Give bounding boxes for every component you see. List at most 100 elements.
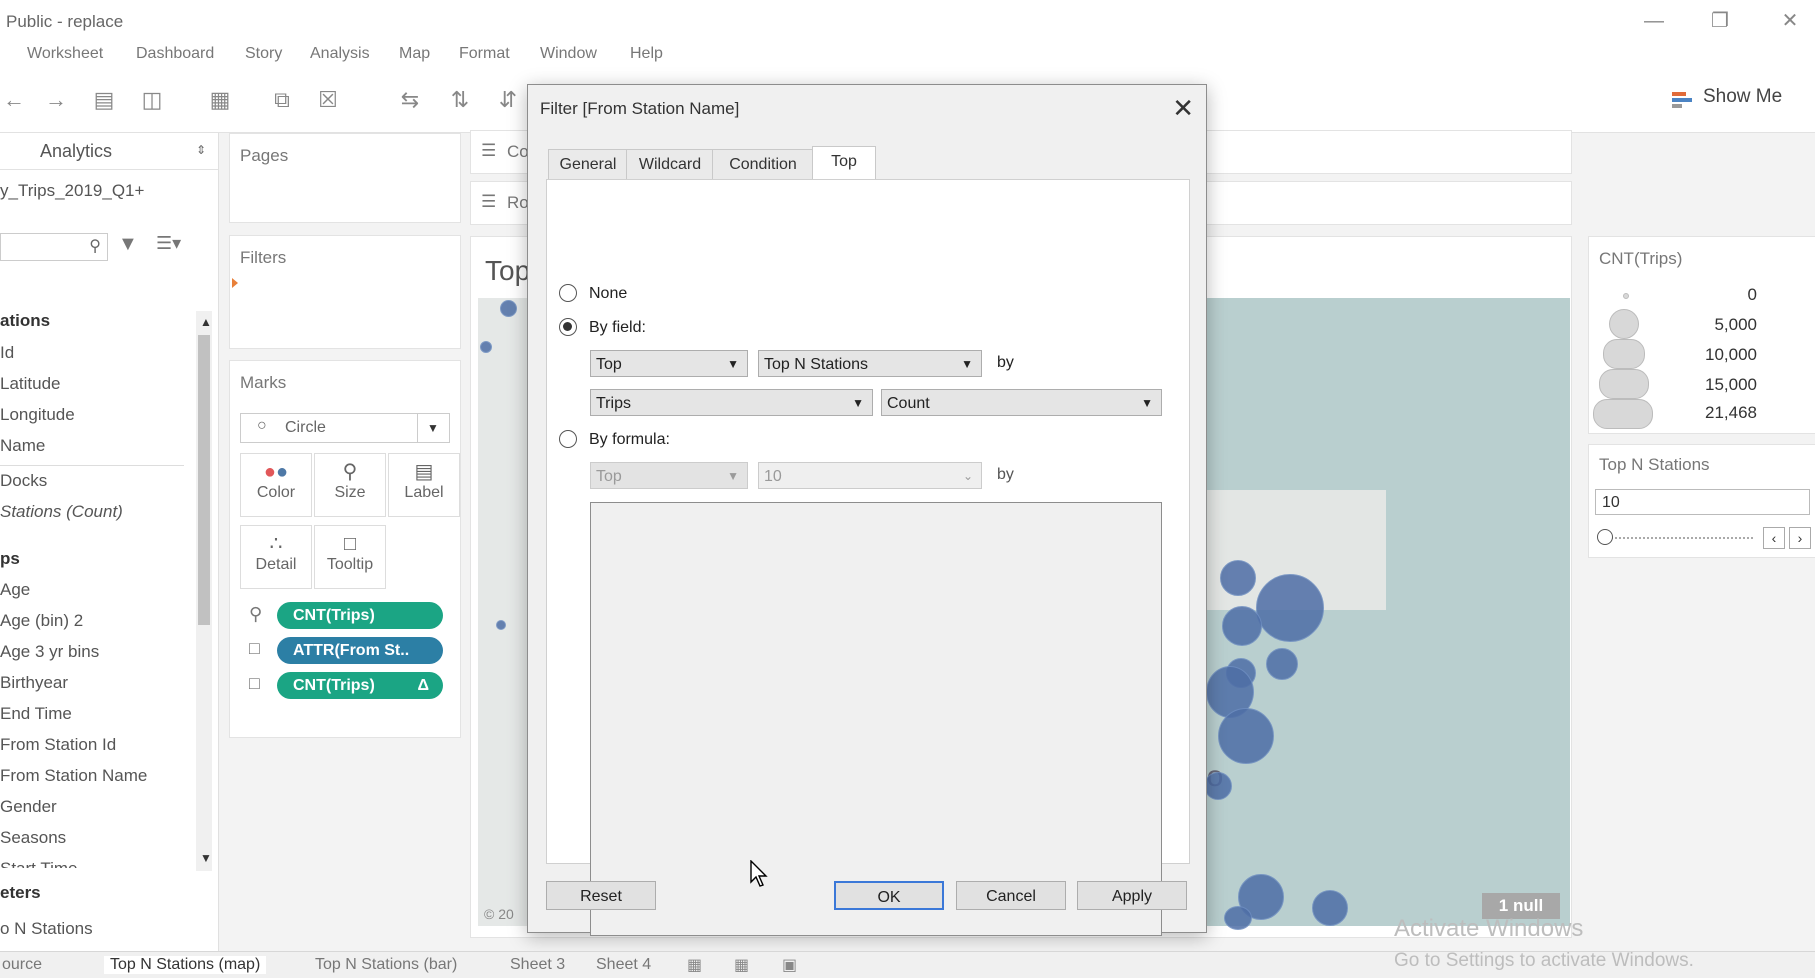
size-legend[interactable]: CNT(Trips) 0 5,000 10,000 15,000 21,468 [1588,236,1815,434]
field-item[interactable]: Latitude [0,374,61,394]
menu-window[interactable]: Window [540,45,597,63]
field-item[interactable]: Longitude [0,405,75,425]
by-field-radio[interactable] [559,318,577,336]
swap-icon[interactable]: ⇆ [396,86,424,114]
menu-story[interactable]: Story [245,45,282,63]
apply-button[interactable]: Apply [1077,881,1187,910]
tab-top[interactable]: Top [812,146,876,180]
tab-general[interactable]: General [548,149,628,180]
tab-condition[interactable]: Condition [712,149,814,180]
map-mark[interactable] [1256,574,1324,642]
new-dashboard-icon[interactable]: ▦ [734,955,749,975]
color-button[interactable]: ●● Color [240,453,312,517]
none-radio[interactable] [559,284,577,302]
field-item[interactable]: Gender [0,797,57,817]
slider-prev-button[interactable]: ‹ [1763,527,1785,549]
tooltip-button[interactable]: □ Tooltip [314,525,386,589]
scroll-down-icon[interactable]: ▼ [200,851,212,865]
new-worksheet-icon[interactable]: ▦ [687,955,702,975]
tab-sheet-4[interactable]: Sheet 4 [596,956,651,974]
by-formula-radio[interactable] [559,430,577,448]
field-item[interactable]: Start Time [0,859,77,868]
ok-button[interactable]: OK [834,881,944,910]
field-item[interactable]: Name [0,436,45,456]
datasource-name[interactable]: y_Trips_2019_Q1+ [0,181,144,201]
map-mark[interactable] [1204,772,1232,800]
top-n-select[interactable]: Top N Stations ▼ [758,350,982,377]
map-mark[interactable] [480,341,492,353]
back-icon[interactable]: ← [0,86,28,114]
tooltip-pill[interactable]: ATTR(From St.. [277,637,443,664]
label-button[interactable]: ▤ Label [388,453,460,517]
pages-shelf[interactable]: Pages [229,133,461,223]
menu-map[interactable]: Map [399,45,430,63]
size-pill[interactable]: CNT(Trips) [277,602,443,629]
slider-track[interactable] [1603,537,1753,539]
map-mark[interactable] [500,300,517,317]
menu-dashboard[interactable]: Dashboard [136,45,214,63]
parameter-value-input[interactable]: 10 [1595,489,1810,515]
reset-button[interactable]: Reset [546,881,656,910]
tab-top-n-stations-map[interactable]: Top N Stations (map) [104,956,267,974]
map-mark[interactable] [1266,648,1298,680]
field-search-input[interactable]: ⚲ [0,233,108,261]
field-item[interactable]: From Station Id [0,735,116,755]
new-story-icon[interactable]: ▣ [782,955,797,975]
minimize-icon[interactable]: — [1634,6,1674,36]
field-item[interactable]: Id [0,343,14,363]
tab-sheet-3[interactable]: Sheet 3 [510,956,565,974]
map-mark[interactable] [1224,906,1252,930]
show-me-button[interactable]: Show Me [1703,86,1782,108]
field-item[interactable]: Age (bin) 2 [0,611,83,631]
cancel-button[interactable]: Cancel [956,881,1066,910]
new-worksheet-icon[interactable]: ▦ [206,86,234,114]
field-item[interactable]: Seasons [0,828,66,848]
sort-descending-icon[interactable]: ⇵ [494,86,522,114]
field-item[interactable]: Birthyear [0,673,68,693]
parameter-item[interactable]: o N Stations [0,919,93,939]
formula-n-select[interactable]: 10 ⌄ [758,462,982,489]
field-select[interactable]: Trips ▼ [590,389,873,416]
duplicate-icon[interactable]: ⧉ [268,86,296,114]
tab-wildcard[interactable]: Wildcard [626,149,714,180]
map-mark[interactable] [1218,708,1274,764]
map-mark[interactable] [1312,890,1348,926]
mark-type-dropdown[interactable]: ○ Circle ▼ [240,413,450,443]
aggregation-select[interactable]: Count ▼ [881,389,1162,416]
map-mark[interactable] [496,620,506,630]
formula-top-bottom-select[interactable]: Top ▼ [590,462,748,489]
slider-next-button[interactable]: › [1789,527,1811,549]
slider-thumb[interactable] [1597,529,1613,545]
field-item[interactable]: End Time [0,704,72,724]
filters-shelf[interactable]: Filters [229,235,461,349]
new-datasource-icon[interactable]: ◫ [138,86,166,114]
scroll-up-icon[interactable]: ▲ [200,315,212,329]
sort-ascending-icon[interactable]: ⇅ [446,86,474,114]
field-item[interactable]: From Station Name [0,766,147,786]
menu-format[interactable]: Format [459,45,510,63]
field-item[interactable]: Docks [0,471,47,491]
field-item[interactable]: Stations (Count) [0,502,123,522]
size-button[interactable]: ⚲ Size [314,453,386,517]
close-window-icon[interactable]: ✕ [1770,6,1810,36]
detail-button[interactable]: ∴ Detail [240,525,312,589]
field-list-scrollbar[interactable]: ▲ ▼ [196,311,212,871]
field-item[interactable]: Age 3 yr bins [0,642,99,662]
filter-icon[interactable]: ▼ [118,233,138,256]
analytics-tab[interactable]: Analytics ⇕ [0,133,218,170]
save-icon[interactable]: ▤ [90,86,118,114]
close-icon[interactable]: ✕ [1172,93,1194,124]
scroll-thumb[interactable] [198,335,210,625]
map-mark[interactable] [1222,606,1262,646]
formula-editor[interactable] [590,502,1162,936]
forward-icon[interactable]: → [42,86,70,114]
field-item[interactable]: Age [0,580,30,600]
top-bottom-select[interactable]: Top ▼ [590,350,748,377]
clear-sheet-icon[interactable]: ☒ [314,86,342,114]
map-mark[interactable] [1220,560,1256,596]
menu-help[interactable]: Help [630,45,663,63]
tab-data-source[interactable]: ource [2,956,42,974]
menu-worksheet[interactable]: Worksheet [27,45,103,63]
tab-top-n-stations-bar[interactable]: Top N Stations (bar) [315,956,457,974]
tooltip-pill[interactable]: CNT(Trips) Δ [277,672,443,699]
